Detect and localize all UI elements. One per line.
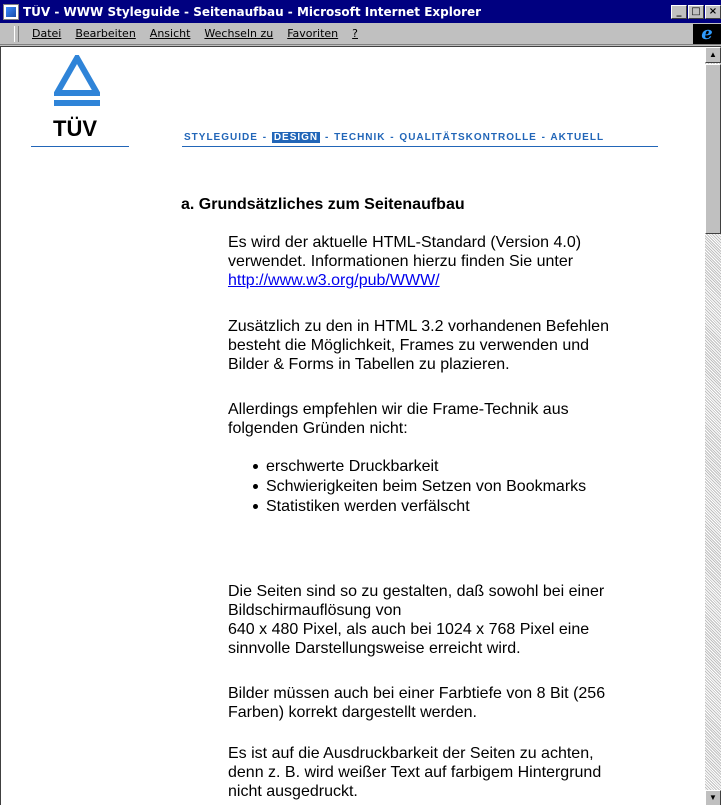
text-line: denn z. B. wird weißer Text auf farbigem… [228,764,602,781]
window-controls: _ □ × [670,4,721,19]
nav-separator: - [541,132,546,143]
menu-ansicht[interactable]: Ansicht [143,27,198,40]
nav-underline [182,146,658,147]
ie-logo-icon: e [693,24,721,44]
nav-separator: - [390,132,395,143]
text-line: Bilder müssen auch bei einer Farbtiefe v… [228,685,606,702]
menu-help[interactable]: ? [345,27,365,40]
menu-bearbeiten[interactable]: Bearbeiten [68,27,142,40]
text-line: Farben) korrekt dargestellt werden. [228,704,477,721]
paragraph-html-standard: Es wird der aktuelle HTML-Standard (Vers… [228,233,668,290]
paragraph-printability: Es ist auf die Ausdruckbarkeit der Seite… [228,744,668,801]
tuv-logo-text: TÜV [53,116,97,141]
menu-wechseln-zu[interactable]: Wechseln zu [197,27,280,40]
list-item: erschwerte Druckbarkeit [249,457,586,477]
toolbar-grip[interactable] [14,25,19,42]
text-line: Es ist auf die Ausdruckbarkeit der Seite… [228,745,594,762]
browser-viewport: TÜV STYLEGUIDE - DESIGN - TECHNIK - QUAL… [0,46,721,805]
text-line: besteht die Möglichkeit, Frames zu verwe… [228,337,590,354]
list-item: Schwierigkeiten beim Setzen von Bookmark… [249,477,586,497]
window-title-bar[interactable]: TÜV - WWW Styleguide - Seitenaufbau - Mi… [0,0,721,23]
nav-separator: - [324,132,330,143]
text-line: nicht ausgedruckt. [228,783,358,800]
close-button[interactable]: × [705,4,721,19]
paragraph-color-depth: Bilder müssen auch bei einer Farbtiefe v… [228,684,668,722]
scroll-up-arrow-icon[interactable]: ▲ [705,47,721,63]
text-line: Die Seiten sind so zu gestalten, daß sow… [228,583,605,600]
nav-separator: - [262,132,268,143]
menu-favoriten[interactable]: Favoriten [280,27,345,40]
tuv-triangle-icon [54,55,100,106]
menu-datei[interactable]: Datei [25,27,68,40]
maximize-button[interactable]: □ [688,4,704,19]
text-line: folgenden Gründen nicht: [228,420,408,437]
text-line: Allerdings empfehlen wir die Frame-Techn… [228,401,569,418]
reasons-list: erschwerte Druckbarkeit Schwierigkeiten … [249,457,586,517]
text-line: sinnvolle Darstellungsweise erreicht wir… [228,640,521,657]
section-heading: a. Grundsätzliches zum Seitenaufbau [181,196,465,213]
text-line: Bilder & Forms in Tabellen zu plazieren. [228,356,510,373]
nav-aktuell[interactable]: AKTUELL [550,132,604,143]
web-page: TÜV STYLEGUIDE - DESIGN - TECHNIK - QUAL… [1,47,705,805]
paragraph-frames: Zusätzlich zu den in HTML 3.2 vorhandene… [228,317,668,374]
text-line: 640 x 480 Pixel, als auch bei 1024 x 768… [228,621,590,638]
text-line: Zusätzlich zu den in HTML 3.2 vorhandene… [228,318,609,335]
minimize-button[interactable]: _ [671,4,687,19]
list-item: Statistiken werden verfälscht [249,497,586,517]
w3-link[interactable]: http://www.w3.org/pub/WWW/ [228,272,440,289]
text-line: Es wird der aktuelle HTML-Standard (Vers… [228,234,582,251]
text-line: verwendet. Informationen hierzu finden S… [228,253,574,270]
nav-technik[interactable]: TECHNIK [334,132,385,143]
logo-underline [31,146,129,147]
nav-design[interactable]: DESIGN [271,132,321,143]
paragraph-frame-recommendation: Allerdings empfehlen wir die Frame-Techn… [228,400,668,438]
ie-app-icon[interactable] [3,3,19,20]
menu-bar: Datei Bearbeiten Ansicht Wechseln zu Fav… [0,23,721,45]
scrollbar-thumb[interactable] [705,64,721,234]
tuv-logo[interactable]: TÜV [31,55,129,147]
site-navigation: STYLEGUIDE - DESIGN - TECHNIK - QUALITÄT… [184,132,604,143]
vertical-scrollbar[interactable]: ▲ ▼ [705,47,721,805]
paragraph-resolution: Die Seiten sind so zu gestalten, daß sow… [228,582,668,658]
window-title: TÜV - WWW Styleguide - Seitenaufbau - Mi… [23,4,482,19]
scroll-down-arrow-icon[interactable]: ▼ [705,790,721,805]
nav-styleguide[interactable]: STYLEGUIDE [184,132,258,143]
nav-qualitaetskontrolle[interactable]: QUALITÄTSKONTROLLE [399,132,536,143]
text-line: Bildschirmauflösung von [228,602,402,619]
